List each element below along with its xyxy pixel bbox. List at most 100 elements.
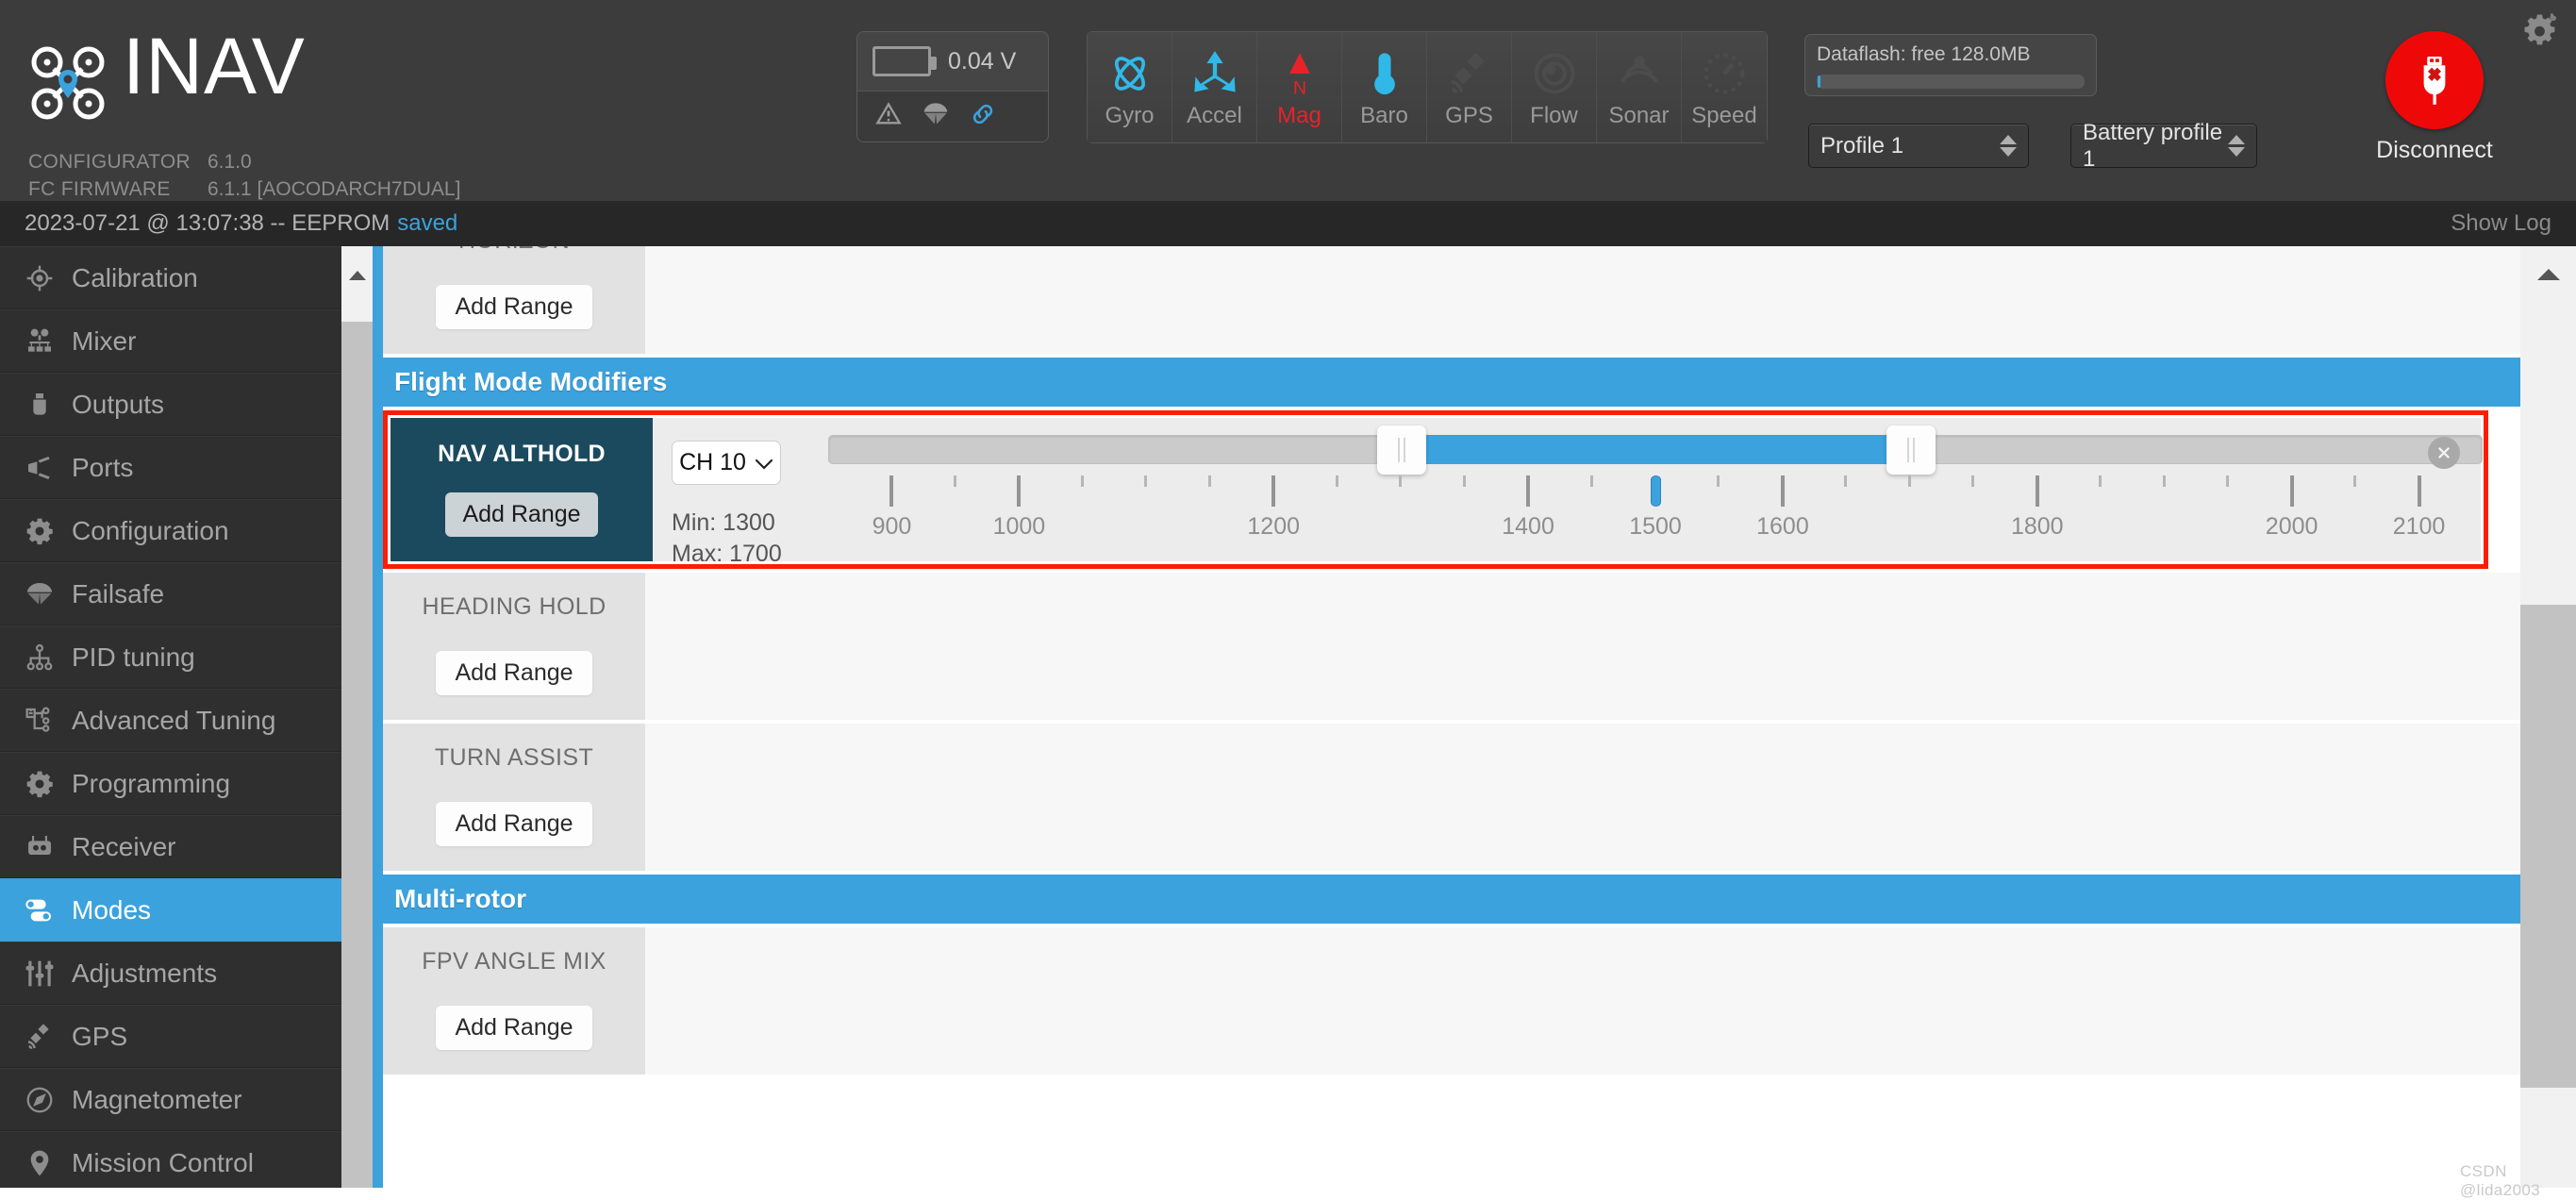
- sidebar-item-magnetometer[interactable]: Magnetometer: [0, 1068, 341, 1131]
- mode-range-area[interactable]: [645, 724, 2520, 871]
- sensor-accel[interactable]: Accel: [1172, 32, 1257, 142]
- mode-range-area[interactable]: [645, 246, 2520, 354]
- sidebar-item-modes[interactable]: Modes: [0, 878, 341, 942]
- mode-row-nav-althold: NAV ALTHOLD Add Range CH 10 Min: 1300 Ma…: [391, 418, 2483, 567]
- ruler-tick: [2289, 475, 2294, 507]
- sidebar-item-label: Outputs: [72, 389, 165, 419]
- flow-icon: [1530, 46, 1579, 101]
- add-range-button[interactable]: Add Range: [436, 651, 592, 695]
- sidebar-item-label: Configuration: [72, 515, 229, 545]
- version-block: CONFIGURATOR 6.1.0 FC FIRMWARE 6.1.1 [AO…: [28, 99, 460, 203]
- ruler-tick-label: 2000: [2265, 513, 2318, 540]
- sidebar-item-mixer[interactable]: Mixer: [0, 309, 341, 373]
- sidebar-item-label: Adjustments: [72, 958, 218, 988]
- sensor-baro[interactable]: Baro: [1342, 32, 1427, 142]
- ruler-tick: [1780, 475, 1785, 507]
- sidebar-item-configuration[interactable]: Configuration: [0, 499, 341, 562]
- sidebar-item-calibration[interactable]: Calibration: [0, 246, 341, 309]
- battery-voltage: 0.04 V: [948, 47, 1017, 75]
- branch-icon: [25, 706, 72, 736]
- accel-icon: [1190, 46, 1239, 101]
- main-scrollbar-thumb[interactable]: [2520, 605, 2576, 1088]
- ruler-tick: [1907, 475, 1911, 487]
- configurator-version: 6.1.0: [208, 151, 252, 173]
- disconnect-button[interactable]: Disconnect: [2356, 31, 2513, 164]
- sidebar-item-gps[interactable]: GPS: [0, 1005, 341, 1068]
- mode-range-area[interactable]: [645, 927, 2520, 1075]
- sensor-flow[interactable]: Flow: [1512, 32, 1597, 142]
- chevron-updown-icon: [2228, 135, 2245, 157]
- profile-select[interactable]: Profile 1: [1808, 124, 2029, 168]
- sensor-sonar[interactable]: Sonar: [1597, 32, 1682, 142]
- sidebar-item-pid-tuning[interactable]: PID tuning: [0, 625, 341, 689]
- range-slider-area: 900 1000 1200 1400 1500 1600 1800 2000 2100: [828, 425, 2483, 543]
- range-slider-handle-max[interactable]: [1886, 425, 1936, 475]
- main-scroll-up-button[interactable]: [2520, 246, 2576, 303]
- ruler-tick: [1271, 475, 1276, 507]
- sidebar-item-label: Ports: [72, 452, 134, 482]
- sidebar-item-adjustments[interactable]: Adjustments: [0, 942, 341, 1005]
- dataflash-card: Dataflash: free 128.0MB: [1804, 34, 2097, 96]
- mag-icon: N: [1275, 46, 1324, 101]
- add-range-button[interactable]: Add Range: [445, 492, 598, 537]
- ruler-tick: [2162, 475, 2166, 487]
- mode-name: TURN ASSIST: [434, 744, 594, 771]
- radio-icon: [25, 832, 72, 862]
- sidebar-item-receiver[interactable]: Receiver: [0, 815, 341, 878]
- battery-profile-select[interactable]: Battery profile 1: [2070, 120, 2257, 172]
- sidebar-item-label: Modes: [72, 894, 152, 925]
- sidebar-scrollbar-thumb[interactable]: [341, 322, 373, 1188]
- range-slider-ruler: 900 1000 1200 1400 1500 1600 1800 2000 2100: [828, 475, 2483, 543]
- sensor-label: Mag: [1277, 102, 1321, 128]
- speed-icon: [1700, 46, 1749, 101]
- mode-name-box: TURN ASSIST Add Range: [383, 724, 645, 871]
- settings-gear-icon[interactable]: [2520, 11, 2560, 56]
- range-slider-handle-min[interactable]: [1377, 425, 1427, 475]
- show-log-button[interactable]: Show Log: [2451, 210, 2551, 237]
- baro-icon: [1360, 46, 1409, 101]
- sidebar-item-ports[interactable]: Ports: [0, 436, 341, 499]
- add-range-button[interactable]: Add Range: [436, 285, 592, 329]
- crosshair-icon: [25, 263, 72, 293]
- sidebar-scrollbar[interactable]: [341, 246, 373, 1188]
- firmware-version: 6.1.1 [AOCODARCH7DUAL]: [208, 178, 461, 200]
- sidebar-item-programming[interactable]: Programming: [0, 752, 341, 815]
- mode-range-area[interactable]: [645, 573, 2520, 720]
- sensor-label: Gyro: [1105, 102, 1155, 128]
- sensor-gps[interactable]: GPS: [1427, 32, 1512, 142]
- usb-disconnect-icon: [2385, 31, 2484, 129]
- sidebar-scroll-up-button[interactable]: [341, 246, 373, 305]
- sidebar-item-failsafe[interactable]: Failsafe: [0, 562, 341, 625]
- sidebar-item-advanced-tuning[interactable]: Advanced Tuning: [0, 689, 341, 752]
- add-range-button[interactable]: Add Range: [436, 1006, 592, 1050]
- outputs-icon: [25, 390, 72, 420]
- ruler-tick: [2226, 475, 2230, 487]
- ruler-tick: [1844, 475, 1848, 487]
- sidebar-item-label: Failsafe: [72, 578, 165, 608]
- sidebar-item-label: Mission Control: [72, 1147, 254, 1177]
- parachute-icon: [25, 579, 72, 609]
- sidebar-item-mission-control[interactable]: Mission Control: [0, 1131, 341, 1188]
- range-minmax: Min: 1300 Max: 1700: [672, 508, 808, 570]
- sidebar-accent-strip: [373, 246, 383, 1188]
- mode-row-horizon: HORIZON Add Range: [383, 246, 2520, 354]
- profile-select-value: Profile 1: [1820, 132, 1904, 158]
- chevron-updown-icon: [2000, 135, 2017, 157]
- ruler-tick: [2417, 475, 2421, 507]
- configurator-label: CONFIGURATOR: [28, 151, 191, 173]
- sensor-speed[interactable]: Speed: [1682, 32, 1767, 142]
- battery-profile-select-value: Battery profile 1: [2083, 119, 2223, 172]
- add-range-button[interactable]: Add Range: [436, 802, 592, 846]
- ruler-tick: [1080, 475, 1084, 487]
- range-slider-track[interactable]: [828, 425, 2483, 475]
- sensor-gyro[interactable]: Gyro: [1088, 32, 1172, 142]
- sidebar-item-label: Magnetometer: [72, 1084, 242, 1114]
- ruler-tick: [2099, 475, 2102, 487]
- sidebar-item-label: PID tuning: [72, 642, 195, 672]
- delete-range-button[interactable]: [2428, 437, 2460, 469]
- sensor-label: Sonar: [1608, 102, 1670, 128]
- sidebar-item-outputs[interactable]: Outputs: [0, 373, 341, 436]
- channel-select[interactable]: CH 10: [672, 441, 781, 485]
- sensor-mag[interactable]: N Mag: [1257, 32, 1342, 142]
- main-scrollbar[interactable]: [2520, 246, 2576, 1188]
